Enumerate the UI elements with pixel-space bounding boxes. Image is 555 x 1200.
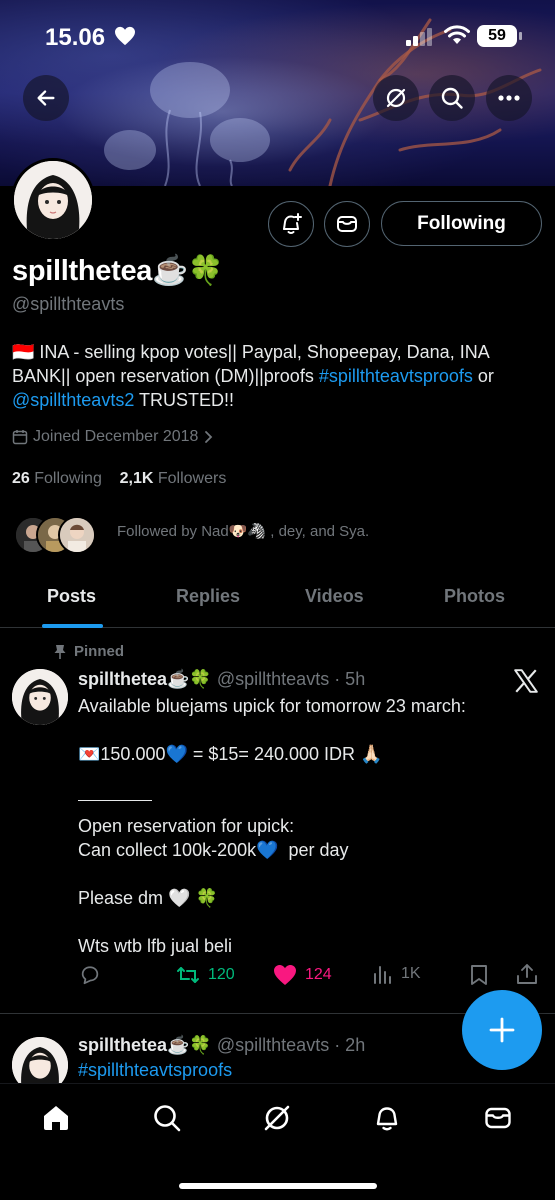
grok-icon — [264, 1105, 290, 1131]
envelope-icon — [337, 216, 357, 232]
grok-icon — [386, 88, 406, 108]
like-count: 124 — [305, 966, 332, 983]
search-icon — [154, 1105, 181, 1132]
views-icon — [374, 966, 391, 984]
followers-count: 2,1K — [119, 470, 154, 487]
retweet-button[interactable]: 120 — [176, 964, 235, 986]
post-separator-line — [78, 800, 152, 801]
follow-counts: 26 Following 2,1K Followers — [12, 470, 226, 488]
battery-tip — [519, 32, 522, 40]
profile-handle: @spillthteavts — [12, 294, 125, 314]
status-bar: 15.06 59 — [0, 0, 555, 72]
followers-count-label: Followers — [157, 470, 227, 487]
post-avatar[interactable] — [12, 669, 68, 725]
post-header[interactable]: spillthetea☕️🍀 @spillthteavts · 5h — [78, 669, 365, 690]
views-count: 1K — [401, 965, 421, 982]
post-author-meta: @spillthteavts · 5h — [216, 669, 366, 689]
bookmark-icon — [471, 965, 487, 985]
following-count: 26 — [12, 470, 30, 487]
share-button[interactable] — [516, 963, 538, 985]
bookmark-button[interactable] — [470, 964, 488, 986]
post-author-meta: @spillthteavts · 2h — [216, 1035, 366, 1055]
nav-grok[interactable] — [257, 1098, 297, 1138]
tab-videos[interactable]: Videos — [305, 586, 364, 607]
tab-photos[interactable]: Photos — [444, 586, 505, 607]
post-author-name: spillthetea☕️🍀 — [78, 1035, 212, 1055]
nav-messages[interactable] — [478, 1098, 518, 1138]
joined-date[interactable]: Joined December 2018 — [12, 428, 213, 446]
like-button[interactable]: 124 — [273, 964, 332, 986]
arrow-left-icon — [37, 90, 55, 106]
follower-avatar — [58, 516, 96, 554]
signal-icon — [406, 28, 432, 46]
profile-bio: 🇮🇩 INA - selling kpop votes|| Paypal, Sh… — [12, 340, 542, 412]
battery-indicator: 59 — [477, 25, 517, 47]
tab-posts[interactable]: Posts — [47, 586, 96, 607]
bell-plus-icon — [283, 213, 302, 234]
envelope-icon — [485, 1107, 511, 1129]
reply-button[interactable] — [79, 964, 101, 986]
nav-home[interactable] — [36, 1098, 76, 1138]
post-body-hashtag[interactable]: #spillthteavtsproofs — [78, 1060, 232, 1081]
reply-icon — [81, 966, 99, 985]
following-count-link[interactable]: 26 Following — [12, 470, 102, 487]
bio-text-end: TRUSTED!! — [134, 390, 235, 410]
calendar-icon — [12, 430, 28, 445]
share-icon — [517, 964, 537, 984]
joined-label: Joined December 2018 — [33, 428, 199, 445]
nav-search[interactable] — [147, 1098, 187, 1138]
active-tab-indicator — [42, 624, 103, 628]
pin-icon — [54, 644, 66, 659]
post-author-name: spillthetea☕️🍀 — [78, 669, 212, 689]
plus-icon — [489, 1017, 515, 1043]
search-button[interactable] — [429, 75, 475, 121]
profile-tabs: Posts Replies Videos Photos — [0, 570, 555, 628]
post-header[interactable]: spillthetea☕️🍀 @spillthteavts · 2h — [78, 1035, 365, 1056]
bio-text-or: or — [472, 366, 494, 386]
followers-count-link[interactable]: 2,1K Followers — [120, 470, 227, 487]
notify-button[interactable] — [268, 201, 314, 247]
compose-button[interactable] — [462, 990, 542, 1070]
bell-icon — [376, 1107, 398, 1131]
profile-avatar[interactable] — [11, 158, 95, 242]
followed-by-avatars[interactable] — [14, 516, 104, 556]
retweet-icon — [177, 967, 199, 983]
bio-mention-link[interactable]: @spillthteavts2 — [12, 390, 134, 410]
home-icon — [44, 1106, 68, 1130]
post-actions: 120 124 1K — [0, 963, 555, 989]
following-button[interactable]: Following — [381, 201, 542, 246]
followed-by-text[interactable]: Followed by Nad🐶🦓 , dey, and Sya. — [117, 522, 369, 540]
more-button[interactable] — [486, 75, 532, 121]
pinned-indicator: Pinned — [54, 643, 124, 660]
pinned-label: Pinned — [74, 643, 125, 660]
message-button[interactable] — [324, 201, 370, 247]
home-indicator — [179, 1183, 377, 1189]
heart-icon — [115, 26, 135, 46]
nav-notifications[interactable] — [367, 1098, 407, 1138]
more-icon — [498, 95, 520, 101]
display-name: spillthetea☕️🍀 — [12, 255, 224, 287]
grok-button[interactable] — [373, 75, 419, 121]
status-time: 15.06 — [45, 24, 106, 51]
search-icon — [441, 87, 463, 109]
retweet-count: 120 — [208, 966, 235, 983]
x-logo-icon — [514, 669, 538, 693]
bio-hashtag-link[interactable]: #spillthteavtsproofs — [319, 366, 473, 386]
following-count-label: Following — [34, 470, 102, 487]
post-body[interactable]: Available bluejams upick for tomorrow 23… — [78, 694, 518, 958]
tab-replies[interactable]: Replies — [176, 586, 240, 607]
back-button[interactable] — [23, 75, 69, 121]
heart-filled-icon — [274, 965, 296, 985]
wifi-icon — [444, 25, 470, 44]
chevron-right-icon — [205, 431, 213, 443]
views-button[interactable]: 1K — [373, 964, 421, 984]
bio-flag: 🇮🇩 — [12, 342, 35, 362]
